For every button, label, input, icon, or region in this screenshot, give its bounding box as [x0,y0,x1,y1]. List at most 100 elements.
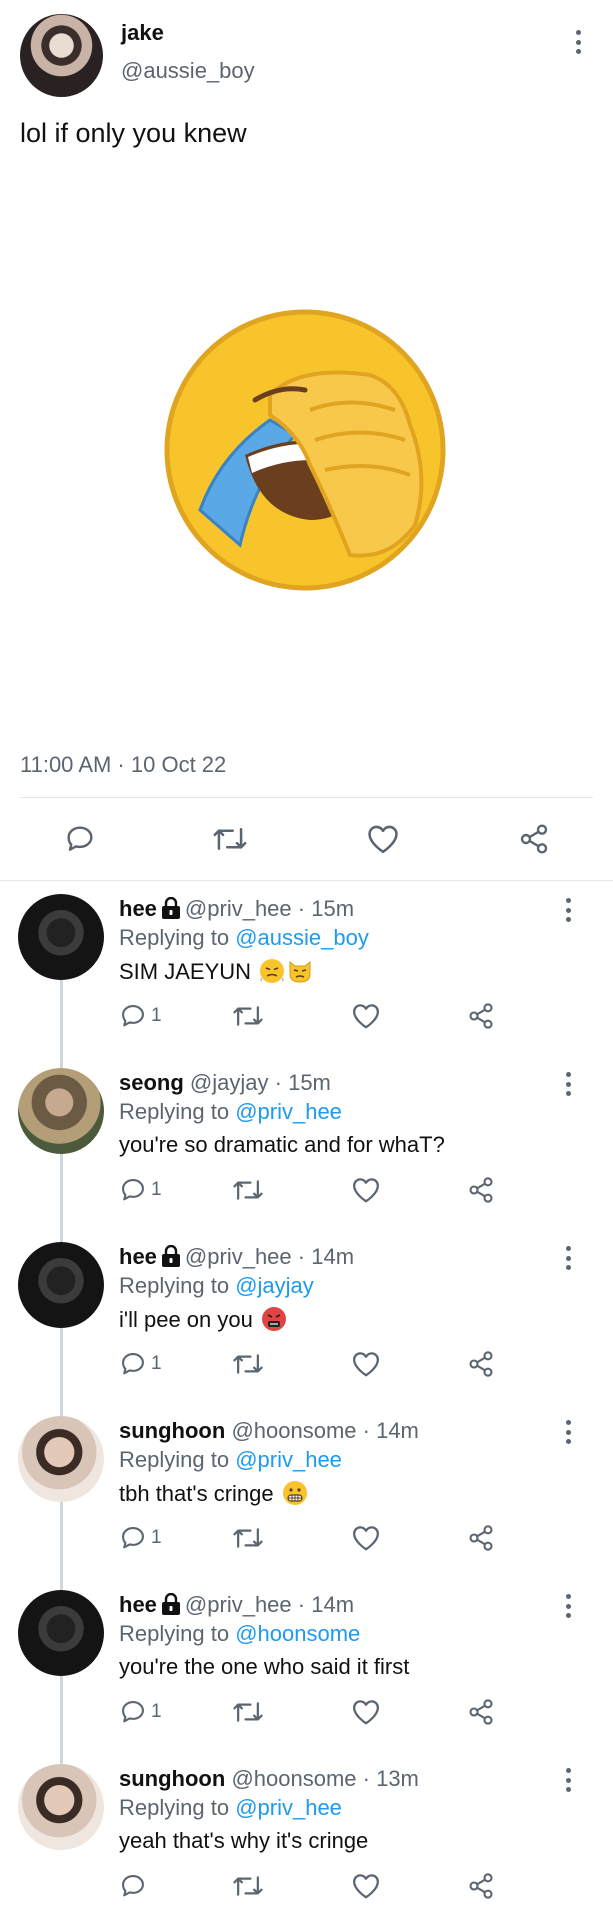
reply-tweet[interactable]: hee @priv_hee · 15m Replying to @aussie_bo… [0,888,613,1068]
reply-button[interactable]: 1 [119,1524,162,1552]
like-button[interactable] [351,1350,381,1378]
reply-icon [122,1179,144,1201]
like-button[interactable] [351,1524,381,1552]
cursing-face-emoji [261,1306,287,1332]
reply-tweet[interactable]: sunghoon @hoonsome · 13m Replying to @pri… [0,1758,613,1920]
reply-author-handle[interactable]: @priv_hee [185,896,292,921]
reply-author-handle[interactable]: @priv_hee [185,1592,292,1617]
avatar[interactable] [18,1416,104,1502]
reply-author-handle[interactable]: @jayjay [190,1070,269,1095]
mention-link[interactable]: @priv_hee [235,1447,342,1472]
tweet-timestamp[interactable]: 11:00 AM · 10 Oct 22 [20,752,226,778]
more-vertical-icon[interactable] [564,1072,572,1096]
reply-tweet[interactable]: sunghoon @hoonsome · 14m Replying to @pri… [0,1410,613,1590]
share-icon [469,1525,493,1551]
share-button[interactable] [467,1350,495,1378]
reply-author-name[interactable]: seong [119,1070,184,1095]
like-icon [353,1352,379,1377]
share-button[interactable] [467,1524,495,1552]
more-vertical-icon[interactable] [564,1594,572,1618]
facepalm-laughing-emoji[interactable] [160,305,450,595]
author-name[interactable]: jake [121,20,164,46]
reply-tweet[interactable]: hee @priv_hee · 14m Replying to @hoonsome y… [0,1584,613,1764]
share-icon [520,824,548,854]
more-vertical-icon[interactable] [574,30,582,54]
share-button[interactable] [467,1698,495,1726]
reply-icon [122,1701,144,1723]
avatar[interactable] [18,894,104,980]
reply-button[interactable]: 1 [119,1698,162,1726]
replying-to: Replying to @hoonsome [119,1621,360,1647]
retweet-button[interactable] [232,1350,264,1378]
more-vertical-icon[interactable] [564,1420,572,1444]
thread-line [60,980,63,1068]
reply-author-name[interactable]: sunghoon [119,1766,225,1791]
reply-author-name[interactable]: hee [119,1244,157,1269]
avatar[interactable] [20,14,103,97]
reply-text: you're so dramatic and for whaT? [119,1132,445,1158]
more-vertical-icon[interactable] [564,1246,572,1270]
reply-tweet[interactable]: seong @jayjay · 15m Replying to @priv_hee… [0,1062,613,1242]
retweet-button[interactable] [232,1524,264,1552]
reply-author-handle[interactable]: @priv_hee [185,1244,292,1269]
avatar[interactable] [18,1242,104,1328]
reply-time: · 14m [297,1244,355,1269]
reply-author-name[interactable]: hee [119,1592,157,1617]
reply-button[interactable] [119,1872,151,1900]
more-vertical-icon[interactable] [564,1768,572,1792]
reply-author-handle[interactable]: @hoonsome [231,1766,356,1791]
tweet-text: lol if only you knew [20,118,247,148]
avatar[interactable] [18,1068,104,1154]
like-button[interactable] [351,1872,381,1900]
replying-to: Replying to @priv_hee [119,1099,342,1125]
reply-button[interactable] [64,823,96,855]
reply-author-handle[interactable]: @hoonsome [231,1418,356,1443]
like-icon [353,1874,379,1899]
like-button[interactable] [366,823,400,855]
reply-button[interactable]: 1 [119,1176,162,1204]
replying-to-label: Replying to [119,1621,236,1646]
reply-icon [122,1353,144,1375]
reply-actions: 1 [119,1698,499,1728]
reply-button[interactable]: 1 [119,1002,162,1030]
reply-button[interactable]: 1 [119,1350,162,1378]
reply-count: 1 [151,1179,162,1200]
replying-to: Replying to @priv_hee [119,1447,342,1473]
reply-text-content: you're so dramatic and for whaT? [119,1132,445,1157]
retweet-icon [233,1006,263,1026]
avatar[interactable] [18,1764,104,1850]
retweet-button[interactable] [212,823,248,855]
lock-icon [161,897,180,919]
retweet-button[interactable] [232,1002,264,1030]
retweet-button[interactable] [232,1872,264,1900]
like-button[interactable] [351,1176,381,1204]
mention-link[interactable]: @aussie_boy [235,925,369,950]
reply-text-content: SIM JAEYUN [119,959,252,984]
share-button[interactable] [467,1872,495,1900]
mention-link[interactable]: @priv_hee [235,1795,342,1820]
divider [0,880,613,881]
mention-link[interactable]: @jayjay [235,1273,314,1298]
reply-text: you're the one who said it first [119,1654,409,1680]
reply-author-name[interactable]: hee [119,896,157,921]
like-button[interactable] [351,1698,381,1726]
share-button[interactable] [467,1176,495,1204]
retweet-button[interactable] [232,1698,264,1726]
reply-icon [122,1875,144,1897]
lock-icon [161,1593,180,1615]
reply-actions: 1 [119,1350,499,1380]
mention-link[interactable]: @priv_hee [235,1099,342,1124]
more-vertical-icon[interactable] [564,898,572,922]
mention-link[interactable]: @hoonsome [235,1621,360,1646]
share-button[interactable] [518,823,550,855]
retweet-button[interactable] [232,1176,264,1204]
reply-author-name[interactable]: sunghoon [119,1418,225,1443]
share-button[interactable] [467,1002,495,1030]
thread-line [60,1502,63,1590]
replying-to: Replying to @aussie_boy [119,925,369,951]
reply-header: sunghoon @hoonsome · 13m [119,1766,419,1792]
avatar[interactable] [18,1590,104,1676]
author-handle[interactable]: @aussie_boy [121,58,255,84]
like-button[interactable] [351,1002,381,1030]
reply-tweet[interactable]: hee @priv_hee · 14m Replying to @jayjay i'l… [0,1236,613,1416]
